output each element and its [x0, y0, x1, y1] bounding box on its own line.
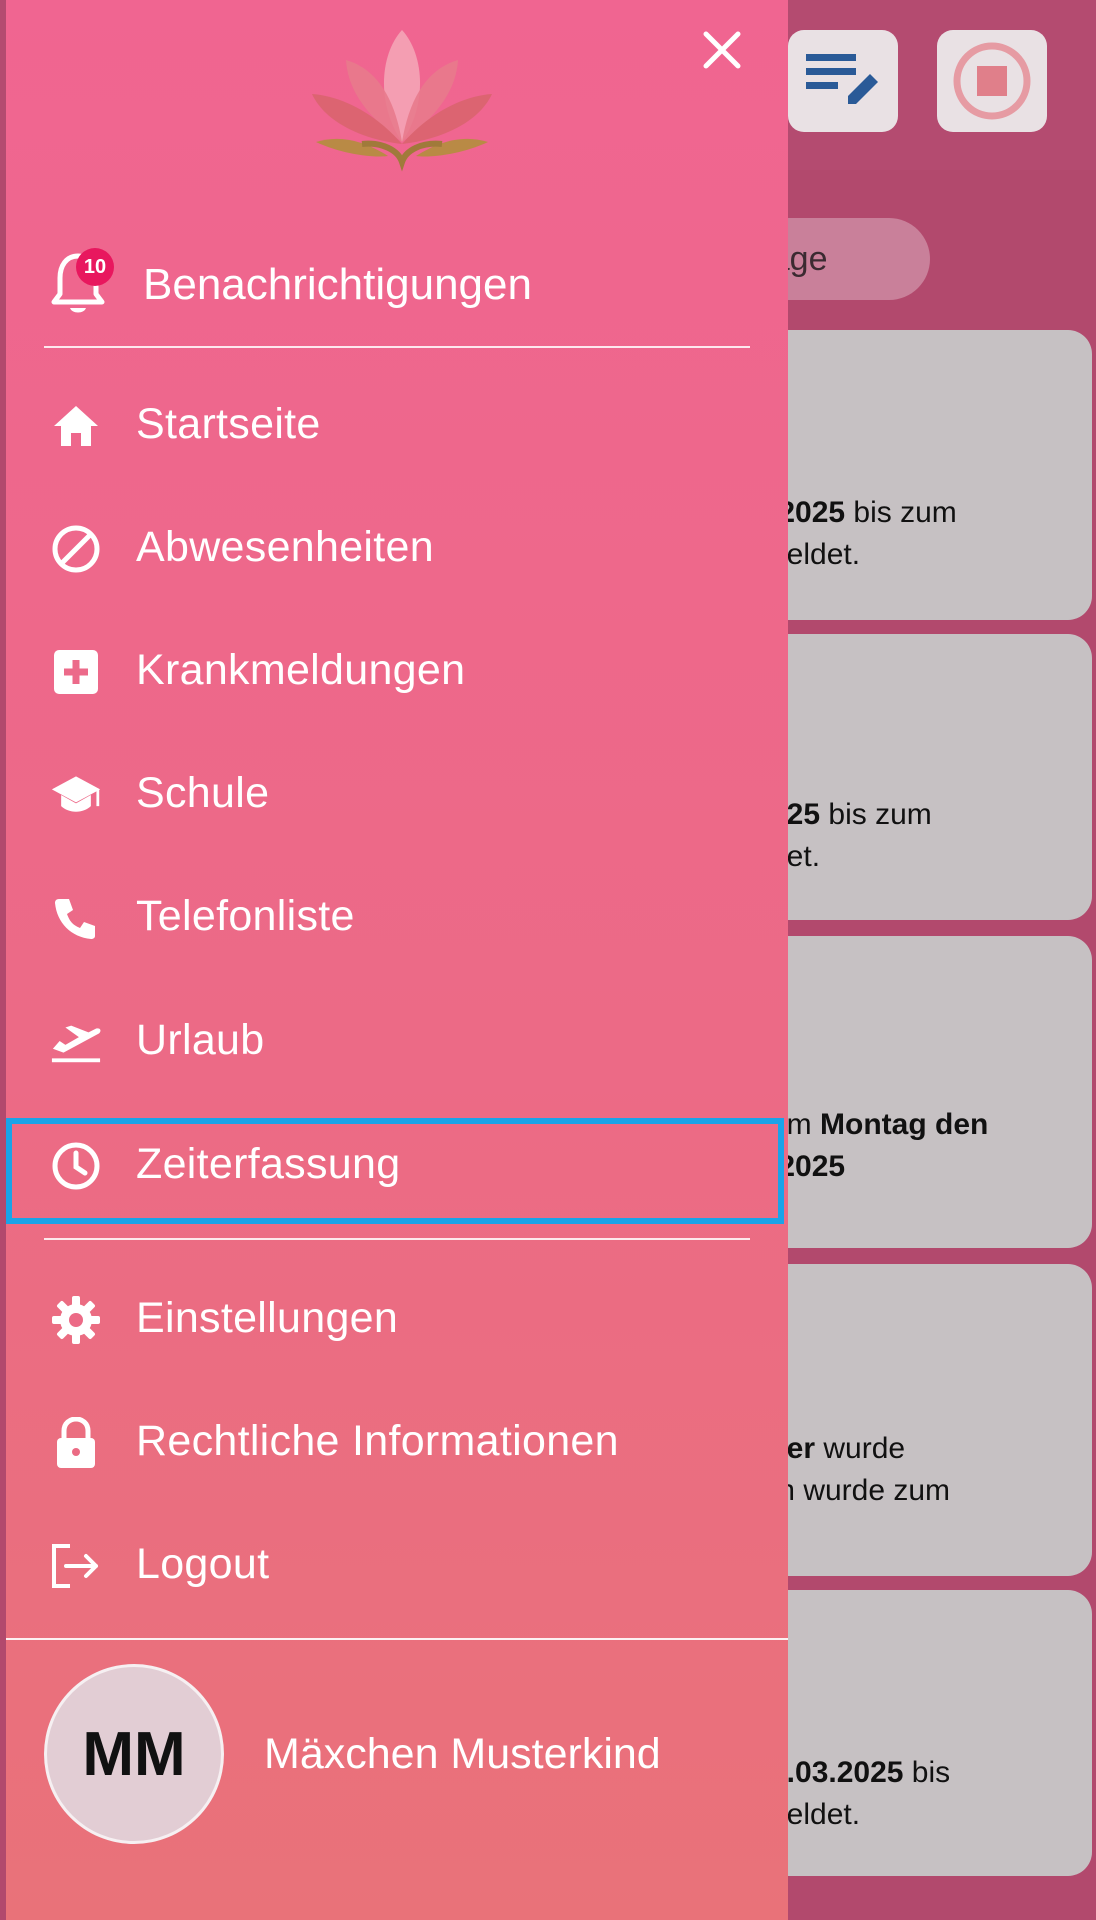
close-icon [703, 31, 741, 69]
lock-icon [50, 1417, 102, 1469]
menu-item-label: Krankmeldungen [136, 646, 466, 694]
menu-item-logout[interactable]: Logout [6, 1514, 788, 1614]
stop-circle-icon [953, 42, 1031, 120]
card-text-bold: 1.03.2025 [770, 1756, 904, 1789]
selection-highlight [6, 1118, 784, 1224]
divider [44, 1238, 750, 1240]
lotus-logo-icon [312, 30, 492, 172]
medical-plus-icon [50, 646, 102, 698]
flight-takeoff-icon [50, 1016, 102, 1068]
close-button[interactable] [694, 22, 750, 78]
phone-icon [50, 892, 102, 944]
card-text: m wurde zum [770, 1474, 951, 1507]
logout-icon [50, 1540, 102, 1592]
graduation-cap-icon [50, 769, 102, 821]
card-text-bold: Montag den [820, 1108, 989, 1141]
notification-count-badge: 10 [76, 248, 114, 286]
notifications-item[interactable]: 10 Benachrichtigungen [6, 240, 788, 330]
avatar[interactable]: MM [44, 1664, 224, 1844]
card-text: wurde [815, 1432, 906, 1465]
card-text: bis [903, 1756, 951, 1789]
stop-button[interactable] [937, 30, 1047, 132]
menu-item-label: Rechtliche Informationen [136, 1417, 619, 1465]
menu-item-label: Telefonliste [136, 892, 355, 940]
edit-list-button[interactable] [788, 30, 898, 132]
menu-item-telefonliste[interactable]: Telefonliste [6, 866, 788, 966]
menu-item-krankmeldungen[interactable]: Krankmeldungen [6, 620, 788, 720]
menu-item-startseite[interactable]: Startseite [6, 374, 788, 474]
menu-item-schule[interactable]: Schule [6, 743, 788, 843]
card-text: bis zum [845, 496, 957, 529]
divider [6, 1638, 788, 1640]
divider [44, 346, 750, 348]
menu-item-label: Einstellungen [136, 1294, 399, 1342]
menu-item-abwesenheiten[interactable]: Abwesenheiten [6, 497, 788, 597]
menu-item-einstellungen[interactable]: Einstellungen [6, 1268, 788, 1368]
gear-icon [50, 1294, 102, 1346]
home-icon [50, 400, 102, 452]
menu-item-label: Urlaub [136, 1016, 265, 1064]
menu-item-urlaub[interactable]: Urlaub [6, 990, 788, 1090]
menu-item-rechtliche-informationen[interactable]: Rechtliche Informationen [6, 1391, 788, 1491]
navigation-drawer: 10 Benachrichtigungen Startseite Abwesen… [6, 0, 788, 1920]
block-icon [50, 523, 102, 575]
menu-item-label: Schule [136, 769, 270, 817]
menu-item-label: Abwesenheiten [136, 523, 434, 571]
menu-item-label: Startseite [136, 400, 321, 448]
notifications-label: Benachrichtigungen [143, 260, 532, 309]
menu-item-label: Logout [136, 1540, 270, 1588]
card-text: bis zum [820, 798, 932, 831]
user-name: Mäxchen Musterkind [264, 1730, 661, 1778]
edit-list-icon [806, 54, 878, 104]
